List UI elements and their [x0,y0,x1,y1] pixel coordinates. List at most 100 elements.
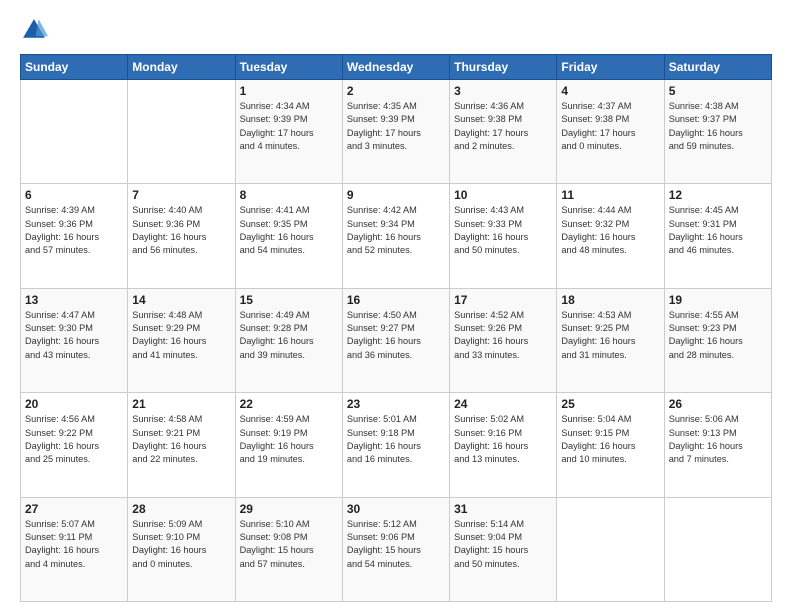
day-number: 9 [347,188,445,202]
day-info: Sunrise: 4:40 AM Sunset: 9:36 PM Dayligh… [132,204,230,257]
calendar-day-header: Monday [128,55,235,80]
day-number: 8 [240,188,338,202]
calendar-day-header: Thursday [450,55,557,80]
calendar-cell: 19Sunrise: 4:55 AM Sunset: 9:23 PM Dayli… [664,288,771,392]
day-number: 28 [132,502,230,516]
day-info: Sunrise: 4:44 AM Sunset: 9:32 PM Dayligh… [561,204,659,257]
day-info: Sunrise: 4:58 AM Sunset: 9:21 PM Dayligh… [132,413,230,466]
calendar-day-header: Tuesday [235,55,342,80]
day-info: Sunrise: 5:09 AM Sunset: 9:10 PM Dayligh… [132,518,230,571]
day-number: 2 [347,84,445,98]
header [20,16,772,44]
day-number: 6 [25,188,123,202]
day-number: 1 [240,84,338,98]
day-number: 31 [454,502,552,516]
calendar-cell: 4 Sunrise: 4:37 AM Sunset: 9:38 PM Daylig… [557,80,664,184]
day-info: Sunrise: 4:50 AM Sunset: 9:27 PM Dayligh… [347,309,445,362]
day-number: 17 [454,293,552,307]
calendar-day-header: Wednesday [342,55,449,80]
calendar-header-row: SundayMondayTuesdayWednesdayThursdayFrid… [21,55,772,80]
day-number: 5 [669,84,767,98]
calendar-cell: 9 Sunrise: 4:42 AM Sunset: 9:34 PM Daylig… [342,184,449,288]
calendar-day-header: Sunday [21,55,128,80]
calendar-cell: 18 Sunrise: 4:53 AM Sunset: 9:25 PM Dayli… [557,288,664,392]
day-info: Sunrise: 5:10 AM Sunset: 9:08 PM Dayligh… [240,518,338,571]
calendar-cell: 11 Sunrise: 4:44 AM Sunset: 9:32 PM Dayli… [557,184,664,288]
calendar-cell: 30Sunrise: 5:12 AM Sunset: 9:06 PM Dayli… [342,497,449,601]
day-info: Sunrise: 4:55 AM Sunset: 9:23 PM Dayligh… [669,309,767,362]
day-info: Sunrise: 4:52 AM Sunset: 9:26 PM Dayligh… [454,309,552,362]
day-number: 22 [240,397,338,411]
day-number: 18 [561,293,659,307]
day-number: 15 [240,293,338,307]
day-info: Sunrise: 4:48 AM Sunset: 9:29 PM Dayligh… [132,309,230,362]
calendar-week-row: 1 Sunrise: 4:34 AM Sunset: 9:39 PM Daylig… [21,80,772,184]
calendar-cell: 6 Sunrise: 4:39 AM Sunset: 9:36 PM Daylig… [21,184,128,288]
day-number: 25 [561,397,659,411]
day-number: 20 [25,397,123,411]
day-info: Sunrise: 4:37 AM Sunset: 9:38 PM Dayligh… [561,100,659,153]
calendar-cell: 2 Sunrise: 4:35 AM Sunset: 9:39 PM Daylig… [342,80,449,184]
day-info: Sunrise: 5:06 AM Sunset: 9:13 PM Dayligh… [669,413,767,466]
calendar-week-row: 13 Sunrise: 4:47 AM Sunset: 9:30 PM Dayli… [21,288,772,392]
day-number: 4 [561,84,659,98]
logo [20,16,52,44]
day-info: Sunrise: 5:07 AM Sunset: 9:11 PM Dayligh… [25,518,123,571]
day-info: Sunrise: 4:36 AM Sunset: 9:38 PM Dayligh… [454,100,552,153]
calendar-cell [128,80,235,184]
day-number: 14 [132,293,230,307]
day-info: Sunrise: 4:35 AM Sunset: 9:39 PM Dayligh… [347,100,445,153]
day-number: 7 [132,188,230,202]
calendar-cell: 3 Sunrise: 4:36 AM Sunset: 9:38 PM Daylig… [450,80,557,184]
day-info: Sunrise: 4:42 AM Sunset: 9:34 PM Dayligh… [347,204,445,257]
calendar-cell: 7 Sunrise: 4:40 AM Sunset: 9:36 PM Daylig… [128,184,235,288]
day-info: Sunrise: 4:56 AM Sunset: 9:22 PM Dayligh… [25,413,123,466]
day-info: Sunrise: 5:12 AM Sunset: 9:06 PM Dayligh… [347,518,445,571]
calendar-cell: 14 Sunrise: 4:48 AM Sunset: 9:29 PM Dayli… [128,288,235,392]
day-number: 3 [454,84,552,98]
calendar-cell: 12Sunrise: 4:45 AM Sunset: 9:31 PM Dayli… [664,184,771,288]
calendar-day-header: Saturday [664,55,771,80]
day-info: Sunrise: 5:04 AM Sunset: 9:15 PM Dayligh… [561,413,659,466]
calendar-cell: 20 Sunrise: 4:56 AM Sunset: 9:22 PM Dayli… [21,393,128,497]
day-info: Sunrise: 4:38 AM Sunset: 9:37 PM Dayligh… [669,100,767,153]
calendar-cell [557,497,664,601]
day-info: Sunrise: 4:41 AM Sunset: 9:35 PM Dayligh… [240,204,338,257]
day-info: Sunrise: 4:59 AM Sunset: 9:19 PM Dayligh… [240,413,338,466]
calendar-cell: 5 Sunrise: 4:38 AM Sunset: 9:37 PM Daylig… [664,80,771,184]
day-number: 12 [669,188,767,202]
calendar-cell [21,80,128,184]
calendar-table: SundayMondayTuesdayWednesdayThursdayFrid… [20,54,772,602]
day-number: 21 [132,397,230,411]
calendar-cell: 29 Sunrise: 5:10 AM Sunset: 9:08 PM Dayli… [235,497,342,601]
day-info: Sunrise: 4:34 AM Sunset: 9:39 PM Dayligh… [240,100,338,153]
calendar-cell: 27 Sunrise: 5:07 AM Sunset: 9:11 PM Dayli… [21,497,128,601]
logo-icon [20,16,48,44]
calendar-cell: 26 Sunrise: 5:06 AM Sunset: 9:13 PM Dayli… [664,393,771,497]
day-info: Sunrise: 4:49 AM Sunset: 9:28 PM Dayligh… [240,309,338,362]
calendar-cell: 25 Sunrise: 5:04 AM Sunset: 9:15 PM Dayli… [557,393,664,497]
day-number: 26 [669,397,767,411]
calendar-cell: 10Sunrise: 4:43 AM Sunset: 9:33 PM Dayli… [450,184,557,288]
calendar-week-row: 20 Sunrise: 4:56 AM Sunset: 9:22 PM Dayli… [21,393,772,497]
day-number: 11 [561,188,659,202]
day-number: 23 [347,397,445,411]
calendar-cell: 13 Sunrise: 4:47 AM Sunset: 9:30 PM Dayli… [21,288,128,392]
day-number: 27 [25,502,123,516]
day-number: 29 [240,502,338,516]
day-number: 10 [454,188,552,202]
day-info: Sunrise: 5:14 AM Sunset: 9:04 PM Dayligh… [454,518,552,571]
calendar-cell: 15 Sunrise: 4:49 AM Sunset: 9:28 PM Dayli… [235,288,342,392]
calendar-cell: 21 Sunrise: 4:58 AM Sunset: 9:21 PM Dayli… [128,393,235,497]
calendar-cell: 31 Sunrise: 5:14 AM Sunset: 9:04 PM Dayli… [450,497,557,601]
calendar-cell: 16Sunrise: 4:50 AM Sunset: 9:27 PM Dayli… [342,288,449,392]
day-info: Sunrise: 4:47 AM Sunset: 9:30 PM Dayligh… [25,309,123,362]
day-info: Sunrise: 4:39 AM Sunset: 9:36 PM Dayligh… [25,204,123,257]
calendar-cell [664,497,771,601]
day-number: 13 [25,293,123,307]
day-info: Sunrise: 4:53 AM Sunset: 9:25 PM Dayligh… [561,309,659,362]
day-info: Sunrise: 5:02 AM Sunset: 9:16 PM Dayligh… [454,413,552,466]
day-info: Sunrise: 5:01 AM Sunset: 9:18 PM Dayligh… [347,413,445,466]
calendar-cell: 22 Sunrise: 4:59 AM Sunset: 9:19 PM Dayli… [235,393,342,497]
calendar-cell: 17 Sunrise: 4:52 AM Sunset: 9:26 PM Dayli… [450,288,557,392]
